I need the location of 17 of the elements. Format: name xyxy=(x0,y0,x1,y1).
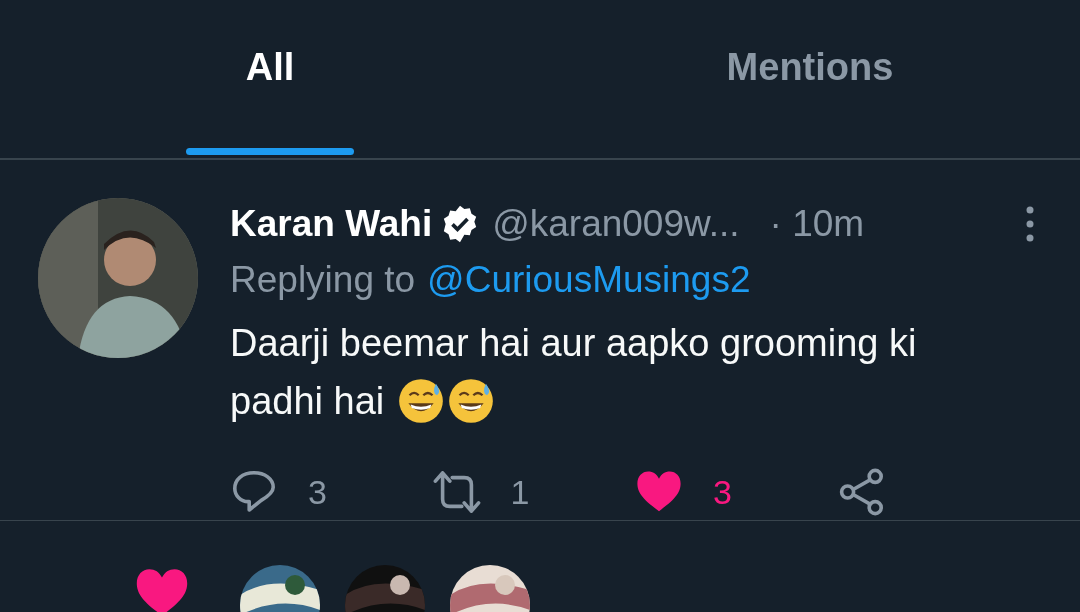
like-button[interactable]: 3 xyxy=(635,468,838,516)
user-handle: @karan009w... xyxy=(492,203,740,245)
share-icon xyxy=(837,468,886,516)
replying-label: Replying to xyxy=(230,259,416,301)
retweet-icon xyxy=(432,468,481,516)
user-name: Karan Wahi xyxy=(230,203,433,245)
sweat-smile-emoji-icon xyxy=(448,378,495,424)
tab[interactable]: Mentions xyxy=(540,0,1080,155)
mention-link[interactable]: @CuriousMusings2 xyxy=(427,259,751,301)
tweet-text: padhi hai xyxy=(230,379,385,424)
reply-button[interactable]: 3 xyxy=(230,468,433,516)
more-options-icon xyxy=(1026,206,1034,242)
tweet-text: Daarji beemar hai aur aapko grooming ki xyxy=(230,321,917,366)
sweat-smile-emoji-icon xyxy=(398,378,445,424)
tab[interactable]: All xyxy=(0,0,540,155)
retweet-button[interactable]: 1 xyxy=(432,468,635,516)
timestamp: · 10m xyxy=(769,203,865,245)
